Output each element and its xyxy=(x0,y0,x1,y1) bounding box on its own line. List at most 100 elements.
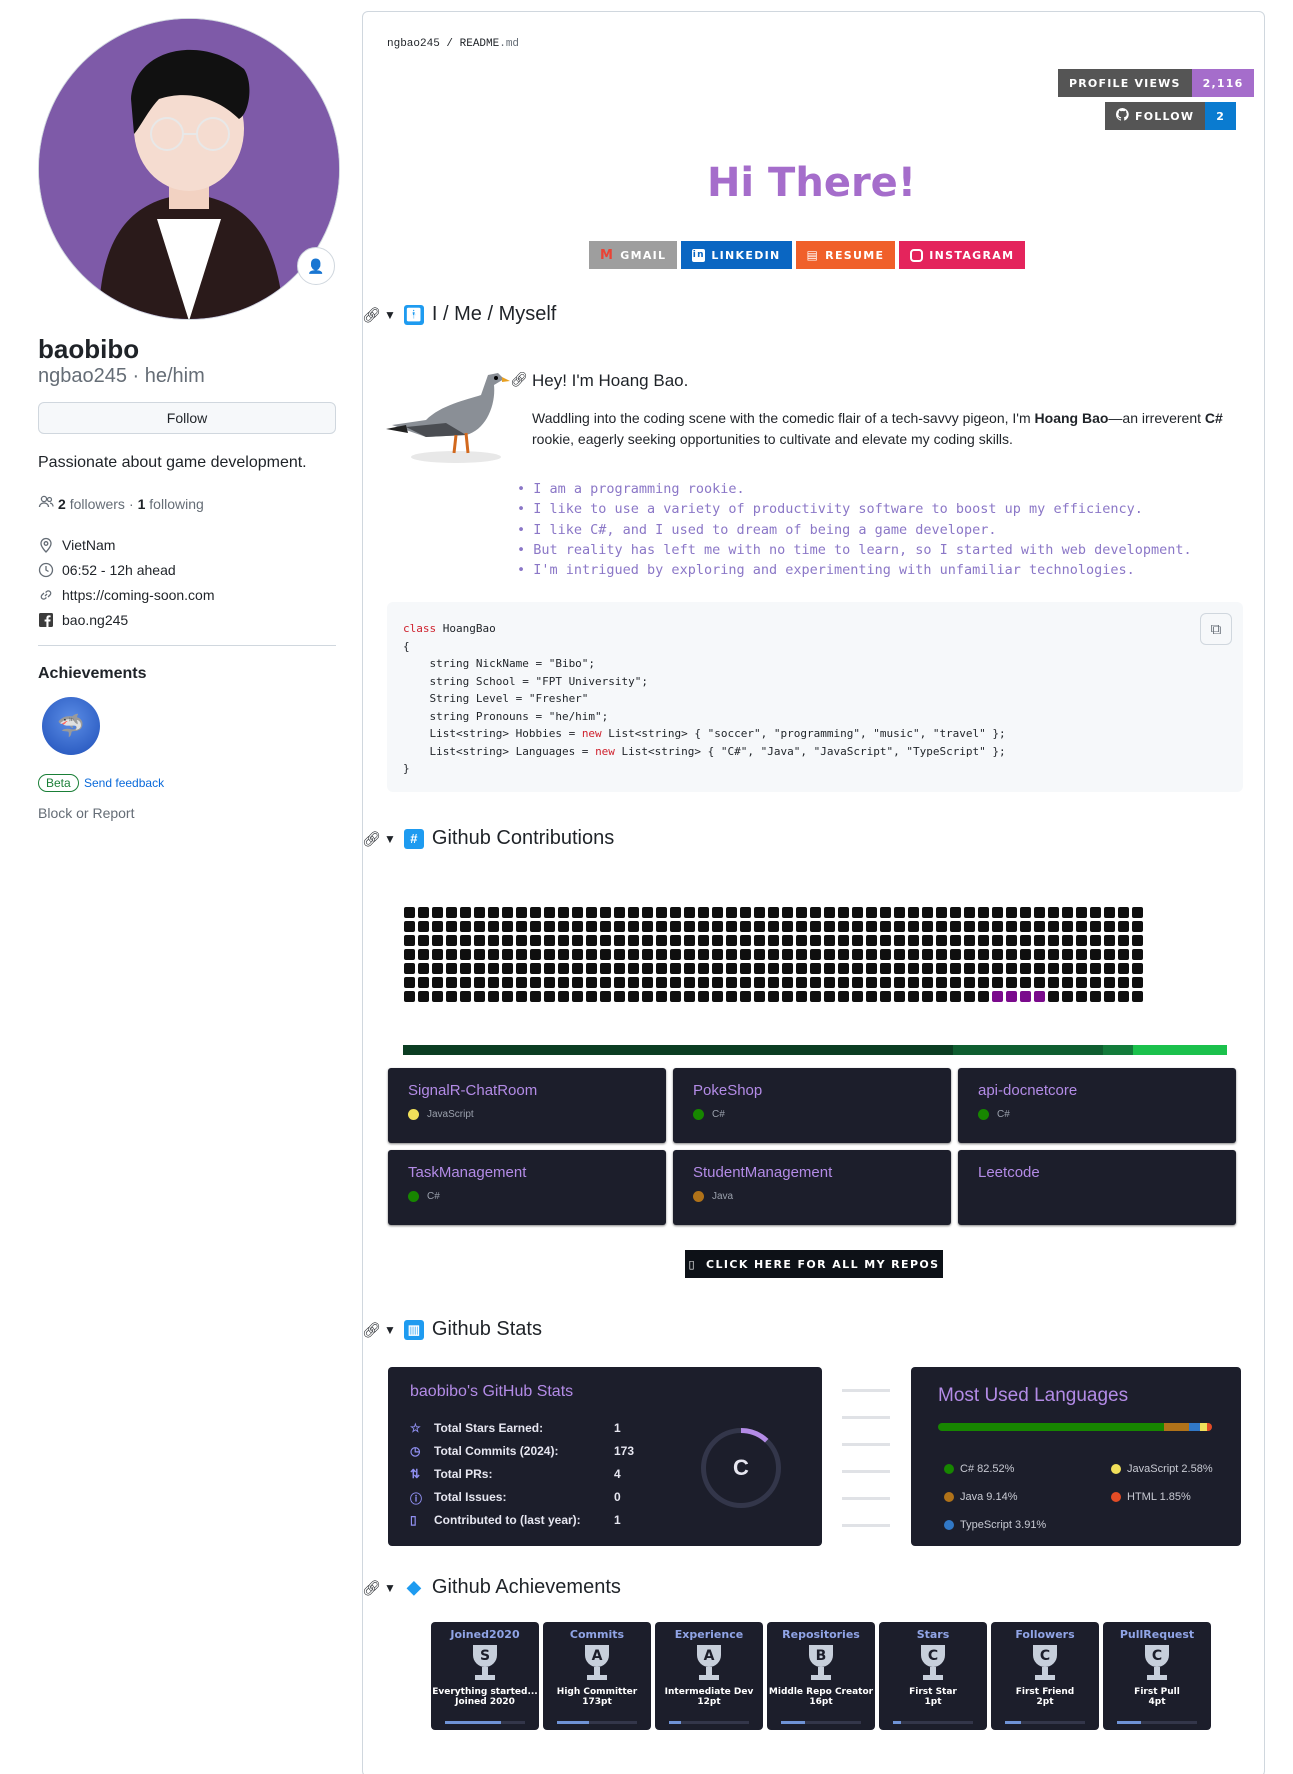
repo-name: StudentManagement xyxy=(693,1164,833,1181)
followers-link[interactable]: 2 followers xyxy=(58,496,125,512)
link-icon xyxy=(38,587,54,603)
contribution-cell xyxy=(1048,991,1059,1002)
contribution-cell xyxy=(474,991,485,1002)
send-feedback-link[interactable]: Send feedback xyxy=(84,776,164,790)
contribution-cell xyxy=(460,977,471,988)
contribution-cell xyxy=(922,991,933,1002)
contribution-cell xyxy=(460,991,471,1002)
language-dot xyxy=(1111,1464,1121,1474)
block-or-report-link[interactable]: Block or Report xyxy=(38,805,134,821)
contribution-cell xyxy=(1020,935,1031,946)
trophy-points: 2pt xyxy=(1036,1697,1054,1707)
contribution-cell xyxy=(894,949,905,960)
copy-code-button[interactable]: ⧉ xyxy=(1200,613,1232,645)
contribution-cell xyxy=(754,907,765,918)
contribution-cell xyxy=(1062,977,1073,988)
contribution-cell xyxy=(614,963,625,974)
breadcrumb-user[interactable]: ngbao245 xyxy=(387,38,440,50)
language-label: TypeScript 3.91% xyxy=(960,1519,1047,1531)
contribution-cell xyxy=(698,949,709,960)
trophy-points: 4pt xyxy=(1148,1697,1166,1707)
location-icon xyxy=(38,537,54,553)
repo-card[interactable]: TaskManagement C# xyxy=(388,1150,666,1225)
anchor-link-icon[interactable]: 🔗︎ xyxy=(362,830,381,848)
contribution-cell xyxy=(838,935,849,946)
contribution-cell xyxy=(544,935,555,946)
contribution-cell xyxy=(628,949,639,960)
contribution-cell xyxy=(530,935,541,946)
contribution-cell xyxy=(1090,991,1101,1002)
contribution-cell xyxy=(642,907,653,918)
copy-icon: ⧉ xyxy=(1210,620,1222,638)
contribution-cell xyxy=(600,935,611,946)
contribution-cell xyxy=(894,921,905,932)
contribution-cell xyxy=(446,907,457,918)
contrib-bar-segment xyxy=(403,1045,953,1055)
contribution-cell xyxy=(670,907,681,918)
contribution-cell xyxy=(740,963,751,974)
achievement-shark-icon[interactable]: 🦈 xyxy=(42,697,100,755)
contribution-cell xyxy=(656,977,667,988)
collapse-triangle-icon[interactable]: ▼ xyxy=(384,308,396,322)
collapse-triangle-icon[interactable]: ▼ xyxy=(384,832,396,846)
following-label: following xyxy=(149,495,204,512)
repo-card[interactable]: PokeShop C# xyxy=(673,1068,951,1143)
contribution-cell xyxy=(838,921,849,932)
trophy-progress xyxy=(1117,1721,1197,1724)
repo-icon: ▯ xyxy=(410,1513,417,1527)
website-link[interactable]: https://coming-soon.com xyxy=(62,587,215,603)
contribution-cell xyxy=(600,949,611,960)
repo-card[interactable]: SignalR-ChatRoom JavaScript xyxy=(388,1068,666,1143)
instagram-badge[interactable]: INSTAGRAM xyxy=(899,241,1026,269)
beta-label: Beta xyxy=(38,774,79,792)
contribution-cell xyxy=(1020,991,1031,1002)
gmail-label: GMAIL xyxy=(620,248,667,262)
star-icon: ☆ xyxy=(410,1421,421,1435)
contribution-cell xyxy=(446,991,457,1002)
repo-card[interactable]: Leetcode xyxy=(958,1150,1236,1225)
anchor-link-icon[interactable]: 🔗︎ xyxy=(362,306,381,324)
follow-button[interactable]: Follow xyxy=(38,402,336,434)
contribution-cell xyxy=(670,949,681,960)
contribution-cell xyxy=(586,935,597,946)
contribution-cell xyxy=(502,935,513,946)
repo-card[interactable]: api-docnetcore C# xyxy=(958,1068,1236,1143)
instagram-label: INSTAGRAM xyxy=(929,248,1015,262)
contribution-cell xyxy=(544,921,555,932)
contribution-cell xyxy=(474,977,485,988)
contribution-cell xyxy=(628,991,639,1002)
all-repos-button[interactable]: ▯ CLICK HERE FOR ALL MY REPOS xyxy=(685,1250,943,1278)
collapse-triangle-icon[interactable]: ▼ xyxy=(384,1581,396,1595)
contribution-cell xyxy=(712,991,723,1002)
trophy-points: 173pt xyxy=(582,1697,612,1707)
location-row: VietNam xyxy=(38,537,115,553)
hey-anchor-icon[interactable]: 🔗︎ xyxy=(510,371,528,388)
contribution-cell xyxy=(1062,991,1073,1002)
following-link[interactable]: 1 following xyxy=(138,496,204,512)
github-follow-badge[interactable]: FOLLOW 2 xyxy=(1105,102,1237,130)
contribution-cell xyxy=(908,935,919,946)
facebook-icon xyxy=(38,612,54,628)
contribution-cell xyxy=(446,977,457,988)
contribution-cell xyxy=(880,949,891,960)
resume-badge[interactable]: ▤ RESUME xyxy=(795,241,896,269)
language-item: TypeScript 3.91% xyxy=(944,1519,1046,1531)
contribution-cell xyxy=(726,963,737,974)
anchor-link-icon[interactable]: 🔗︎ xyxy=(362,1579,381,1597)
contribution-cell xyxy=(516,921,527,932)
set-status-button[interactable]: 👤 xyxy=(297,247,335,285)
repo-card[interactable]: StudentManagement Java xyxy=(673,1150,951,1225)
linkedin-badge[interactable]: in LINKEDIN xyxy=(681,241,792,269)
stat-value: 1 xyxy=(614,1421,621,1435)
trophy-title: PullRequest xyxy=(1119,1628,1195,1641)
divider-line xyxy=(842,1470,890,1473)
trophy-card: Experience A Intermediate Dev 12pt xyxy=(655,1622,763,1730)
contribution-cell xyxy=(572,935,583,946)
facebook-link[interactable]: bao.ng245 xyxy=(62,612,128,628)
gmail-badge[interactable]: M GMAIL xyxy=(589,241,678,269)
gem-icon: ◆ xyxy=(406,1577,421,1597)
contribution-cell xyxy=(1076,935,1087,946)
collapse-triangle-icon[interactable]: ▼ xyxy=(384,1323,396,1337)
anchor-link-icon[interactable]: 🔗︎ xyxy=(362,1321,381,1339)
local-time-row: 06:52 - 12h ahead xyxy=(38,562,176,578)
